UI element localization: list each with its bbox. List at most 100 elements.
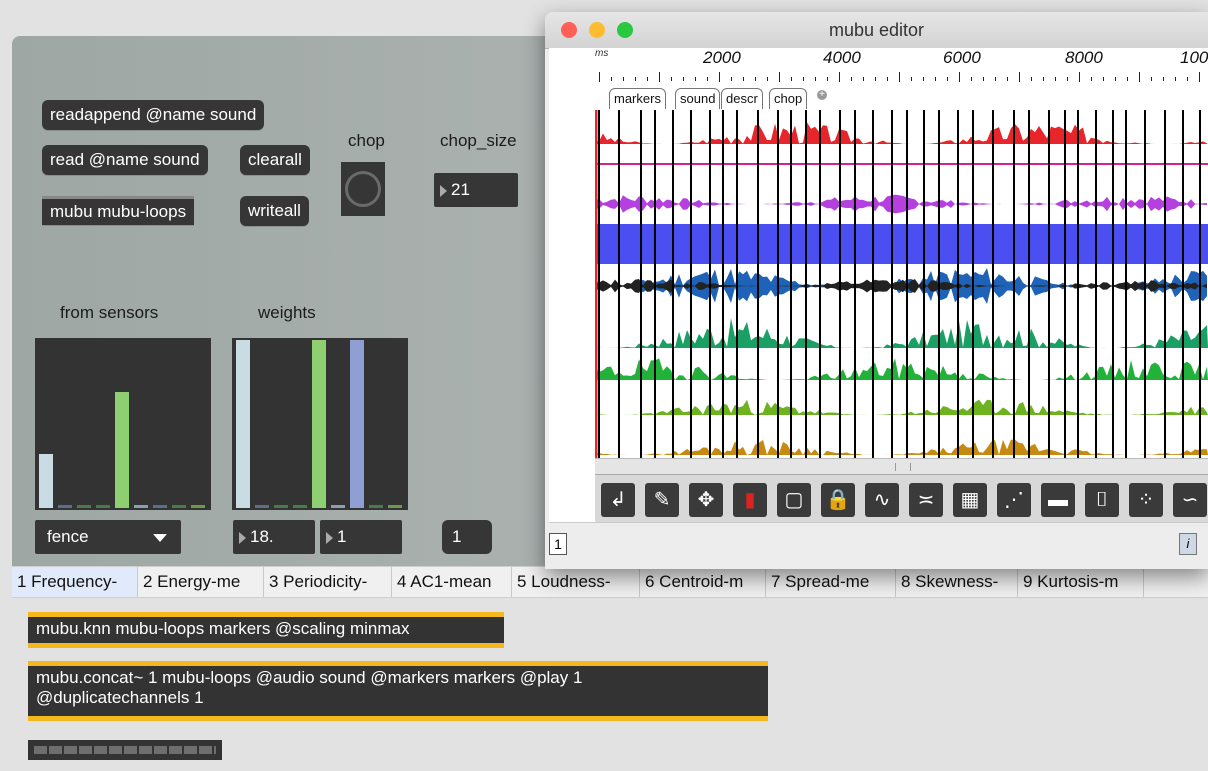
mubu-concat-object[interactable]: mubu.concat~ 1 mubu-loops @audio sound @…: [28, 661, 768, 721]
slider-bar[interactable]: [115, 392, 129, 508]
editor-tab-markers[interactable]: markers: [609, 88, 666, 109]
editor-tab-descr[interactable]: descr: [721, 88, 763, 109]
editor-tab-chop[interactable]: chop: [769, 88, 808, 109]
horizontal-scrollbar[interactable]: [595, 458, 1208, 475]
track-waveform: [595, 439, 1208, 455]
rectangle-icon[interactable]: ▢: [777, 483, 811, 517]
mubu-knn-text: mubu.knn mubu-loops markers @scaling min…: [36, 619, 410, 638]
curve-icon[interactable]: ∽: [1173, 483, 1207, 517]
move-icon[interactable]: ✥: [689, 483, 723, 517]
ruler-tick: [875, 77, 876, 81]
slider-bar[interactable]: [58, 505, 72, 508]
slider-bar[interactable]: [39, 454, 53, 508]
slider-bar[interactable]: [153, 505, 167, 508]
slider-bar[interactable]: [172, 505, 186, 508]
meter-object[interactable]: [28, 740, 222, 760]
editor-tab-sound[interactable]: sound: [675, 88, 721, 109]
connect-icon[interactable]: ≍: [909, 483, 943, 517]
slider-bar[interactable]: [77, 505, 91, 508]
track-view[interactable]: [595, 110, 1208, 458]
index-number[interactable]: 1: [442, 520, 492, 554]
slider-bar[interactable]: [312, 340, 326, 508]
chop-size-label: chop_size: [440, 131, 517, 150]
line-icon[interactable]: ∿: [865, 483, 899, 517]
select-arrow-icon[interactable]: ↲: [601, 483, 635, 517]
clearall-message[interactable]: clearall: [240, 145, 310, 175]
ruler-tick: [1175, 77, 1176, 81]
ruler-tick: [1199, 72, 1200, 82]
from-sensors-multislider[interactable]: [35, 338, 211, 510]
meter-segments: [34, 746, 216, 754]
read-message[interactable]: read @name sound: [42, 145, 208, 175]
chop-size-number[interactable]: 21: [434, 173, 518, 207]
plus-circle-icon[interactable]: +: [817, 90, 827, 100]
ruler-label: 100: [1180, 48, 1208, 67]
view-number[interactable]: 1: [549, 533, 567, 555]
slider-bar[interactable]: [255, 505, 269, 508]
ruler-tick: [1187, 77, 1188, 81]
tab-6[interactable]: 6 Centroid-m: [640, 567, 766, 597]
fence-dropdown[interactable]: fence: [35, 520, 181, 554]
editor-title: mubu editor: [828, 20, 925, 40]
mubu-knn-object[interactable]: mubu.knn mubu-loops markers @scaling min…: [28, 612, 504, 648]
chevron-down-icon: [153, 534, 167, 542]
tab-2[interactable]: 2 Energy-me: [138, 567, 264, 597]
number-triangle-icon: [326, 531, 333, 544]
ruler-tick: [815, 77, 816, 81]
tab-9[interactable]: 9 Kurtosis-m: [1018, 567, 1144, 597]
mubu-concat-line2: @duplicatechannels 1: [36, 688, 204, 707]
scroll-thumb-grip: [895, 463, 911, 471]
slider-bar[interactable]: [236, 340, 250, 508]
ruler-tick: [1055, 77, 1056, 81]
weights-multislider[interactable]: [232, 338, 408, 510]
scatter-icon[interactable]: ⋰: [997, 483, 1031, 517]
ruler-tick: [899, 72, 900, 82]
tracks-canvas[interactable]: [595, 110, 1208, 458]
matrix-icon[interactable]: ▬: [1041, 483, 1075, 517]
ruler-tick: [683, 77, 684, 81]
tab-1[interactable]: 1 Frequency-: [12, 567, 138, 597]
track-band: [595, 224, 1208, 264]
bracket-icon[interactable]: ⌷: [1085, 483, 1119, 517]
weight-number-a-value: 18.: [250, 527, 274, 546]
slider-bar[interactable]: [274, 505, 288, 508]
weight-number-b[interactable]: 1: [320, 520, 402, 554]
tab-3[interactable]: 3 Periodicity-: [264, 567, 392, 597]
time-ruler[interactable]: ms 2000 4000 6000 8000 100: [595, 48, 1208, 84]
lock-icon[interactable]: 🔒: [821, 483, 855, 517]
slider-bar[interactable]: [331, 505, 345, 508]
cursor-bar-icon[interactable]: ▮: [733, 483, 767, 517]
slider-bar[interactable]: [293, 505, 307, 508]
ruler-ticks: [595, 68, 1208, 82]
mubu-object[interactable]: mubu mubu-loops: [42, 196, 195, 225]
ruler-tick: [1043, 77, 1044, 81]
slider-bar[interactable]: [134, 505, 148, 508]
tab-8[interactable]: 8 Skewness-: [896, 567, 1018, 597]
slider-bar[interactable]: [96, 505, 110, 508]
tab-5[interactable]: 5 Loudness-: [512, 567, 640, 597]
slider-bar[interactable]: [369, 505, 383, 508]
grid-icon[interactable]: ▦: [953, 483, 987, 517]
chop-toggle[interactable]: [341, 162, 385, 216]
ruler-tick: [599, 72, 600, 82]
ruler-tick: [1139, 72, 1140, 82]
editor-body: ms 2000 4000 6000 8000 100 markers sound descr…: [549, 48, 1208, 569]
points-icon[interactable]: ⁘: [1129, 483, 1163, 517]
ruler-tick: [647, 77, 648, 81]
slider-bar[interactable]: [350, 340, 364, 508]
track-waveform: [595, 194, 1207, 214]
tab-4[interactable]: 4 AC1-mean: [392, 567, 512, 597]
descriptor-tabs: 1 Frequency- 2 Energy-me 3 Periodicity- 4 A…: [12, 566, 1208, 598]
weight-number-a[interactable]: 18.: [233, 520, 315, 554]
pencil-icon[interactable]: ✎: [645, 483, 679, 517]
ruler-tick: [935, 77, 936, 81]
info-icon[interactable]: i: [1179, 533, 1197, 555]
slider-bar[interactable]: [388, 505, 402, 508]
writeall-message[interactable]: writeall: [240, 196, 309, 226]
readappend-message[interactable]: readappend @name sound: [42, 100, 265, 130]
slider-bar[interactable]: [191, 505, 205, 508]
ruler-tick: [1031, 77, 1032, 81]
ruler-tick: [947, 77, 948, 81]
tab-7[interactable]: 7 Spread-me: [766, 567, 896, 597]
mubu-concat-line1: mubu.concat~ 1 mubu-loops @audio sound @…: [36, 668, 583, 687]
